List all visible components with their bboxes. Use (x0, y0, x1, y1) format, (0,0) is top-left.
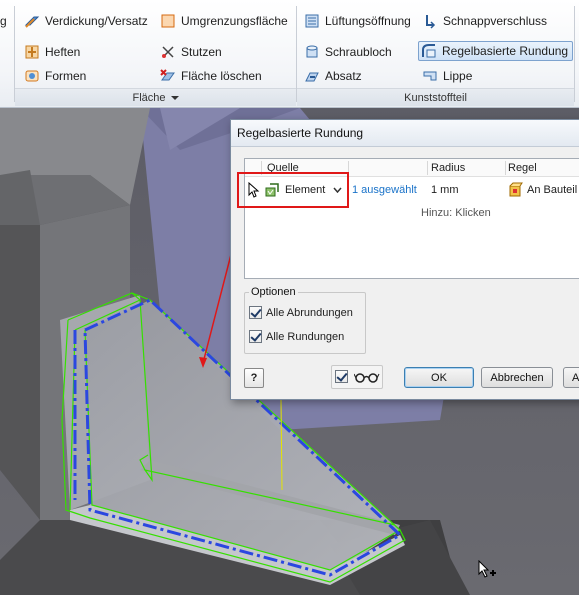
grill-icon (304, 13, 320, 29)
schnapp-label: Schnappverschluss (443, 14, 548, 28)
rest-icon (304, 68, 320, 84)
help-icon: ? (250, 372, 258, 384)
preview-group (331, 365, 383, 389)
snap-fit-icon (422, 13, 438, 29)
options-group-title: Optionen (249, 286, 298, 298)
trim-icon (160, 44, 176, 60)
shape-icon (24, 68, 40, 84)
rib-icon (24, 44, 40, 60)
regel-label: An Bauteil (527, 184, 578, 196)
selection-highlight-frame (237, 172, 349, 208)
panel-kunststoff-label: Kunststoffteil (404, 91, 467, 104)
lippe-button[interactable]: Lippe (422, 66, 472, 86)
preview-checkbox[interactable] (335, 370, 352, 383)
header-separator (427, 161, 428, 175)
panel-flaeche[interactable]: Fläche (15, 88, 296, 106)
part-rule-icon (507, 182, 523, 198)
options-group (244, 292, 366, 354)
schraubloch-label: Schraubloch (325, 45, 392, 59)
panel-flaeche-label: Fläche (132, 91, 166, 104)
stutzen-button[interactable]: Stutzen (160, 42, 222, 62)
lueftung-label: Lüftungsöffnung (325, 14, 411, 28)
panel-kunststoffteil: Kunststoffteil (297, 88, 574, 106)
rule-fillet-icon (421, 43, 437, 59)
alle-rundungen-checkbox[interactable]: Alle Rundungen (249, 330, 344, 343)
ok-button[interactable]: OK (404, 367, 474, 388)
absatz-button[interactable]: Absatz (304, 66, 362, 86)
boundary-patch-icon (160, 13, 176, 29)
dialog-title: Regelbasierte Rundung (237, 126, 364, 140)
flaeche-loeschen-label: Fläche löschen (181, 69, 262, 83)
verdickung-label: Verdickung/Versatz (45, 14, 148, 28)
alle-abrundungen-checkbox[interactable]: Alle Abrundungen (249, 306, 353, 319)
ribbon-separator (574, 6, 575, 102)
heften-button[interactable]: Heften (24, 42, 80, 62)
col-regel-header[interactable]: Regel (508, 159, 537, 177)
regelbasierte-rundung-button[interactable]: Regelbasierte Rundung (418, 41, 574, 61)
formen-button[interactable]: Formen (24, 66, 86, 86)
alle-abrundungen-label: Alle Abrundungen (266, 306, 353, 319)
lippe-label: Lippe (443, 69, 473, 83)
anwenden-button[interactable]: An (563, 367, 579, 388)
lip-icon (422, 68, 438, 84)
glasses-icon (353, 371, 380, 386)
flaeche-loeschen-button[interactable]: Fläche löschen (160, 66, 262, 86)
col-radius-header[interactable]: Radius (431, 159, 465, 177)
formen-label: Formen (45, 69, 87, 83)
thicken-icon (24, 13, 40, 29)
schnappverschluss-button[interactable]: Schnappverschluss (422, 11, 547, 31)
absatz-label: Absatz (325, 69, 362, 83)
stutzen-label: Stutzen (181, 45, 222, 59)
lueftungsoeffnung-button[interactable]: Lüftungsöffnung (304, 11, 411, 31)
regel-value[interactable]: An Bauteil (507, 181, 577, 199)
chevron-down-icon (170, 95, 179, 100)
schraubloch-button[interactable]: Schraubloch (304, 42, 392, 62)
ribbon-partial-item[interactable]: g (0, 11, 7, 31)
dialog-title-bar[interactable]: Regelbasierte Rundung (231, 120, 579, 147)
verdickung-versatz-button[interactable]: Verdickung/Versatz (24, 11, 148, 31)
header-separator (505, 161, 506, 175)
umgrenzung-label: Umgrenzungsfläche (181, 14, 288, 28)
regel-rundung-label: Regelbasierte Rundung (442, 44, 569, 58)
regelbasierte-rundung-dialog: Regelbasierte Rundung Quelle Radius Rege… (230, 119, 579, 400)
checkbox-checked-icon (335, 370, 348, 383)
checkbox-checked-icon (249, 306, 262, 319)
boss-icon (304, 44, 320, 60)
abbrechen-button[interactable]: Abbrechen (481, 367, 553, 388)
radius-value[interactable]: 1 mm (431, 181, 459, 199)
add-row-hint[interactable]: Hinzu: Klicken (421, 205, 491, 221)
heften-label: Heften (45, 45, 81, 59)
delete-face-icon (160, 68, 176, 84)
help-button[interactable]: ? (244, 368, 264, 388)
umgrenzungsflaeche-button[interactable]: Umgrenzungsfläche (160, 11, 288, 31)
alle-rundungen-label: Alle Rundungen (266, 330, 345, 343)
selection-count-link[interactable]: 1 ausgewählt (352, 181, 417, 199)
ribbon: g Verdickung/Versatz Heften Formen Umgre… (0, 0, 579, 108)
checkbox-checked-icon (249, 330, 262, 343)
